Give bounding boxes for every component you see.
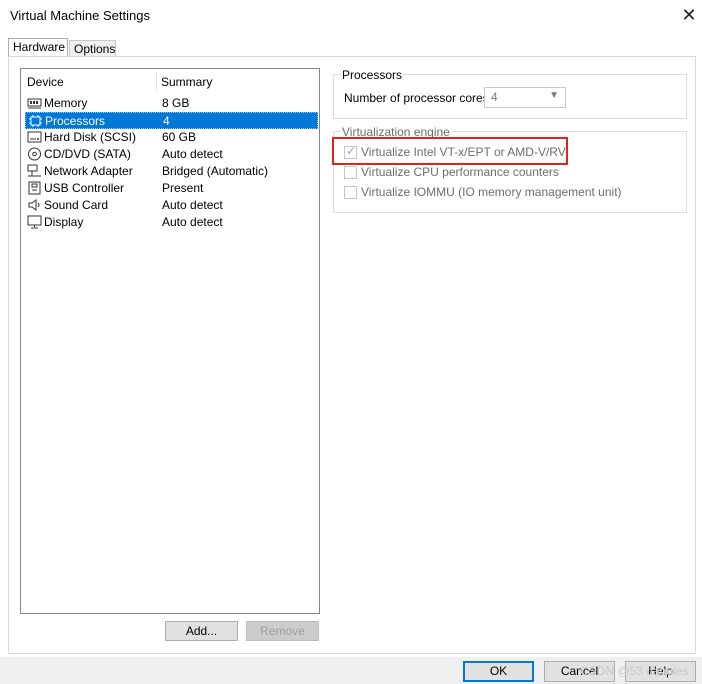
cores-select[interactable]: 4 ▼ — [484, 87, 566, 108]
display-icon — [27, 215, 42, 229]
processor-icon — [29, 115, 42, 127]
device-row-usb-controller[interactable]: USB Controller Present — [25, 180, 318, 197]
ok-button-label: OK — [489, 664, 508, 678]
tab-hardware[interactable]: Hardware — [8, 38, 68, 57]
device-row-sound-card[interactable]: Sound Card Auto detect — [25, 197, 318, 214]
add-button-label: Add... — [185, 624, 218, 638]
cd-dvd-icon — [28, 147, 41, 161]
memory-icon — [27, 98, 42, 109]
device-summary: 8 GB — [162, 96, 190, 110]
window-title: Virtual Machine Settings — [10, 8, 150, 23]
device-name: CD/DVD (SATA) — [44, 147, 131, 161]
device-name: Network Adapter — [44, 164, 133, 178]
column-divider — [156, 72, 157, 92]
highlight-box — [332, 137, 568, 165]
cpu-counters-label[interactable]: Virtualize CPU performance counters — [361, 165, 559, 179]
device-row-cd-dvd[interactable]: CD/DVD (SATA) Auto detect — [25, 146, 318, 163]
hard-disk-icon — [27, 131, 42, 143]
column-header-summary[interactable]: Summary — [161, 75, 212, 89]
processors-group-label: Processors — [341, 68, 404, 82]
iommu-label[interactable]: Virtualize IOMMU (IO memory management u… — [361, 185, 622, 199]
device-name: USB Controller — [44, 181, 125, 195]
device-row-hard-disk[interactable]: Hard Disk (SCSI) 60 GB — [25, 129, 318, 146]
device-summary: 60 GB — [162, 130, 197, 144]
watermark: CSDN @53 dahuies — [580, 664, 689, 678]
device-row-network-adapter[interactable]: Network Adapter Bridged (Automatic) — [25, 163, 318, 180]
cores-label: Number of processor cores: — [344, 91, 493, 105]
device-summary: Auto detect — [162, 198, 223, 212]
usb-icon — [28, 181, 41, 195]
remove-button-label: Remove — [260, 624, 305, 638]
device-name: Sound Card — [44, 198, 109, 212]
device-summary: Bridged (Automatic) — [162, 164, 269, 178]
network-adapter-icon — [27, 164, 41, 177]
cpu-counters-checkbox[interactable] — [344, 166, 357, 179]
chevron-down-icon: ▼ — [549, 90, 559, 101]
column-header-device[interactable]: Device — [27, 75, 64, 89]
tab-options[interactable]: Options — [69, 40, 116, 56]
sound-card-icon — [28, 199, 40, 211]
iommu-checkbox[interactable] — [344, 186, 357, 199]
device-name: Memory — [44, 96, 88, 110]
device-row-memory[interactable]: Memory 8 GB — [25, 95, 318, 112]
device-summary: Auto detect — [162, 147, 223, 161]
device-name: Hard Disk (SCSI) — [44, 130, 137, 144]
device-name: Display — [44, 215, 84, 229]
device-row-processors[interactable]: Processors 4 — [25, 112, 318, 129]
device-summary: 4 — [163, 114, 170, 128]
cores-value: 4 — [491, 90, 498, 104]
device-list[interactable]: Device Summary Memory 8 GB Processors 4 … — [20, 68, 320, 614]
add-button[interactable]: Add... — [165, 621, 238, 641]
close-icon[interactable]: ✕ — [678, 4, 700, 26]
device-name: Processors — [45, 114, 106, 128]
device-summary: Auto detect — [162, 215, 223, 229]
device-summary: Present — [162, 181, 204, 195]
remove-button[interactable]: Remove — [246, 621, 319, 641]
ok-button[interactable]: OK — [463, 661, 534, 682]
device-row-display[interactable]: Display Auto detect — [25, 214, 318, 231]
